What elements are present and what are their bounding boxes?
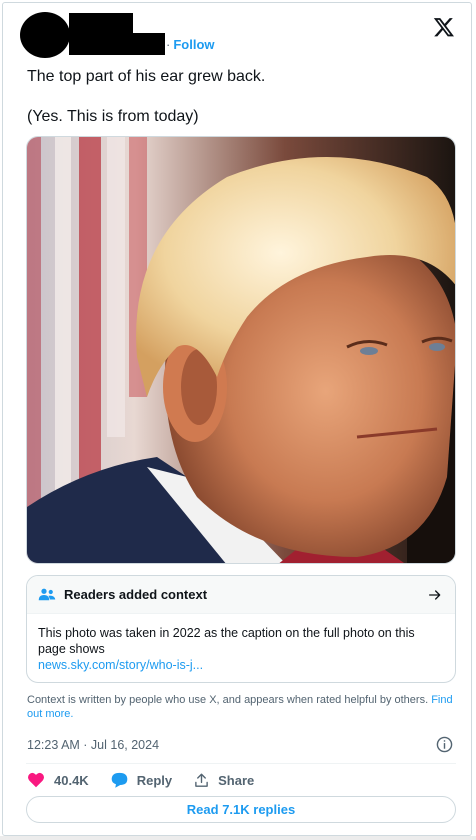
- reply-label: Reply: [136, 772, 173, 788]
- read-replies-button[interactable]: Read 7.1K replies: [26, 796, 456, 823]
- display-name-redaction: [69, 13, 133, 35]
- community-note[interactable]: Readers added context This photo was tak…: [26, 575, 456, 683]
- separator-dot: ·: [166, 37, 171, 52]
- reply-bubble-icon: [111, 772, 127, 788]
- context-disclaimer-text: Context is written by people who use X, …: [27, 694, 429, 706]
- share-button[interactable]: Share: [194, 773, 254, 788]
- tweet-embed-card: · Follow The top part of his ear grew ba…: [2, 2, 472, 836]
- community-note-body: This photo was taken in 2022 as the capt…: [38, 626, 415, 656]
- arrow-right-icon[interactable]: [427, 587, 443, 603]
- context-disclaimer: Context is written by people who use X, …: [27, 693, 457, 721]
- divider: [26, 763, 456, 764]
- share-label: Share: [218, 772, 255, 788]
- username-redaction: [69, 33, 165, 55]
- community-note-header[interactable]: Readers added context: [27, 576, 455, 614]
- tweet-timestamp[interactable]: 12:23 AM · Jul 16, 2024: [27, 738, 159, 752]
- info-icon[interactable]: [436, 736, 453, 753]
- people-icon: [38, 588, 56, 600]
- reply-button[interactable]: Reply: [111, 772, 172, 788]
- avatar[interactable]: [20, 12, 70, 58]
- share-upload-icon: [195, 773, 208, 787]
- tweet-text-line-2: (Yes. This is from today): [27, 108, 199, 125]
- tweet-text-line-1: The top part of his ear grew back.: [27, 68, 266, 85]
- photo-portrait-image: [27, 137, 455, 563]
- x-logo-icon[interactable]: [433, 16, 455, 38]
- like-button[interactable]: 40.4K: [27, 772, 89, 788]
- tweet-actions: 40.4K Reply Share: [27, 770, 276, 790]
- like-count: 40.4K: [54, 772, 89, 788]
- tweet-photo[interactable]: [26, 136, 456, 564]
- follow-link[interactable]: · Follow: [166, 37, 215, 52]
- bottom-edge: [0, 836, 476, 840]
- heart-icon: [28, 772, 44, 788]
- community-note-link[interactable]: news.sky.com/story/who-is-j...: [38, 657, 443, 673]
- community-note-title: Readers added context: [64, 587, 208, 602]
- follow-label: Follow: [173, 37, 215, 52]
